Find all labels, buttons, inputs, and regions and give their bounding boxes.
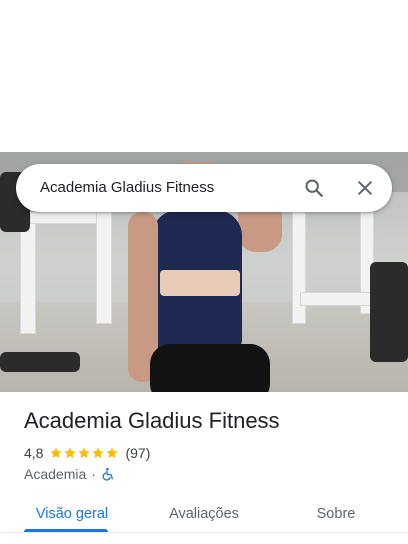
- photo-equipment: [30, 212, 102, 224]
- category-row: Academia ·: [24, 465, 115, 483]
- star-icon: [50, 447, 63, 459]
- review-count[interactable]: (97): [125, 445, 150, 461]
- place-tabs: Visão geral Avaliações Sobre: [0, 496, 408, 536]
- place-category[interactable]: Academia: [24, 466, 86, 482]
- photo-equipment: [292, 212, 306, 324]
- star-icon: [78, 447, 91, 459]
- separator: ·: [91, 466, 96, 482]
- photo-person-legs: [150, 344, 270, 392]
- search-icon: [305, 179, 323, 197]
- place-title: Academia Gladius Fitness: [24, 408, 280, 433]
- tabs-divider: [0, 532, 408, 533]
- close-button[interactable]: [349, 172, 381, 204]
- photo-machine: [370, 262, 408, 362]
- photo-equipment: [96, 212, 112, 324]
- star-icon: [92, 447, 105, 459]
- search-button[interactable]: [298, 172, 330, 204]
- photo-person-belt: [160, 270, 240, 296]
- tab-visao-geral[interactable]: Visão geral: [24, 496, 120, 532]
- tab-sobre[interactable]: Sobre: [288, 496, 384, 532]
- photo-bench: [0, 352, 80, 372]
- rating-row[interactable]: 4,8 (97): [24, 444, 150, 462]
- star-icon: [106, 447, 119, 459]
- blank-header-area: [0, 0, 408, 152]
- rating-stars: [49, 446, 119, 460]
- wheelchair-icon: [102, 467, 113, 481]
- close-icon: [358, 181, 372, 195]
- rating-value: 4,8: [24, 445, 44, 461]
- star-icon: [64, 447, 77, 459]
- search-bar[interactable]: Academia Gladius Fitness: [16, 164, 392, 212]
- search-input[interactable]: Academia Gladius Fitness: [40, 164, 214, 212]
- tab-avaliacoes[interactable]: Avaliações: [156, 496, 252, 532]
